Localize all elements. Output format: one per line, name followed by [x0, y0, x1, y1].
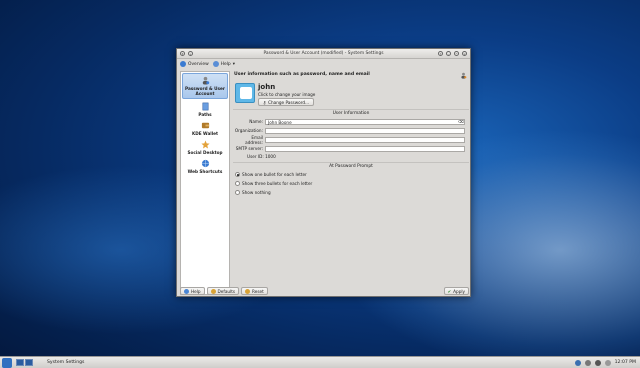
help-icon	[184, 288, 189, 294]
paths-icon	[202, 102, 208, 111]
organization-label: Organization:	[234, 128, 263, 133]
clock[interactable]: 12:07 PM	[615, 360, 636, 365]
sidebar-item-social-desktop[interactable]: Social Desktop	[181, 138, 229, 157]
radio-unchecked-icon	[235, 190, 240, 195]
window-menu-icon[interactable]: ✦	[180, 51, 185, 56]
change-image-hint: Click to change your image	[258, 92, 316, 97]
username: john	[258, 83, 276, 91]
help-icon	[212, 61, 219, 67]
help-menu-button[interactable]: Help ▾	[212, 61, 235, 67]
toolbar: Overview Help ▾	[177, 59, 470, 69]
password-prompt-section-title: At Password Prompt	[233, 162, 469, 169]
tray-expand-icon[interactable]	[604, 359, 611, 366]
sidebar-item-kde-wallet[interactable]: KDE Wallet	[181, 119, 229, 138]
checkmark-icon: ✔	[447, 288, 452, 294]
user-account-icon	[202, 76, 209, 85]
minimize-icon[interactable]: –	[446, 51, 451, 56]
overview-icon	[180, 61, 186, 67]
change-password-button[interactable]: ⚷ Change Password...	[258, 98, 314, 106]
radio-unchecked-icon	[235, 181, 240, 186]
sidebar-item-paths[interactable]: Paths	[181, 100, 229, 119]
reset-icon	[245, 288, 251, 294]
volume-icon[interactable]	[594, 359, 601, 366]
desktop-1[interactable]	[16, 359, 24, 366]
reset-button[interactable]: Reset	[241, 287, 268, 295]
help-title-icon[interactable]: ?	[438, 51, 443, 56]
taskbar-panel: System Settings 12:07 PM	[0, 356, 640, 368]
smtp-field[interactable]	[265, 145, 465, 152]
email-field[interactable]	[265, 136, 465, 143]
apply-button[interactable]: ✔ Apply	[443, 287, 469, 295]
page-title: User information such as password, name …	[234, 72, 370, 77]
key-icon: ⚷	[263, 99, 267, 105]
chevron-down-icon: ▾	[232, 61, 235, 67]
wallet-icon	[201, 122, 209, 129]
window-titlebar[interactable]: ✦ • Password & User Account (modified) -…	[177, 49, 470, 59]
avatar-face-icon	[240, 87, 252, 99]
smtp-row: SMTP server:	[233, 145, 469, 152]
email-label: Email address:	[245, 134, 263, 145]
task-system-settings[interactable]: System Settings	[47, 360, 84, 365]
button-bar: Help Defaults Reset ✔ Apply	[180, 287, 469, 296]
radio-three-bullets[interactable]: Show three bullets for each letter	[235, 181, 312, 186]
maximize-icon[interactable]: ^	[454, 51, 459, 56]
sidebar: Password & User Account Paths KDE Wallet…	[180, 71, 230, 295]
application-launcher-icon[interactable]	[2, 357, 12, 368]
email-row: Email address:	[233, 134, 469, 145]
system-settings-window: ✦ • Password & User Account (modified) -…	[176, 48, 471, 297]
clear-icon[interactable]: ⌫	[458, 120, 464, 124]
social-desktop-icon	[200, 140, 210, 149]
overview-button[interactable]: Overview	[180, 61, 209, 67]
user-information-section-title: User Information	[233, 109, 469, 116]
desktop-pager[interactable]	[16, 359, 33, 366]
notifications-icon[interactable]	[574, 359, 581, 366]
network-icon[interactable]	[584, 359, 591, 366]
organization-row: Organization:	[233, 127, 469, 134]
help-button[interactable]: Help	[180, 287, 205, 295]
smtp-label: SMTP server:	[235, 146, 263, 151]
desktop-2[interactable]	[25, 359, 33, 366]
user-account-header-icon	[461, 72, 467, 79]
user-id: User ID: 1000	[247, 154, 276, 159]
system-tray: 12:07 PM	[574, 359, 640, 366]
sidebar-item-password-user-account[interactable]: Password & User Account	[182, 73, 228, 99]
name-field[interactable]: John Boone ⌫	[265, 118, 465, 125]
organization-field[interactable]	[265, 127, 465, 134]
radio-show-nothing[interactable]: Show nothing	[235, 190, 271, 195]
close-icon[interactable]: ×	[462, 51, 467, 56]
defaults-icon	[210, 288, 216, 294]
radio-one-bullet[interactable]: Show one bullet for each letter	[235, 172, 307, 177]
name-label: Name:	[249, 119, 263, 124]
pin-icon[interactable]: •	[188, 51, 193, 56]
name-row: Name: John Boone ⌫	[233, 118, 469, 125]
content-area: User information such as password, name …	[233, 71, 469, 285]
avatar[interactable]	[235, 83, 255, 103]
radio-checked-icon	[235, 172, 240, 177]
sidebar-item-web-shortcuts[interactable]: Web Shortcuts	[181, 157, 229, 176]
window-title: Password & User Account (modified) - Sys…	[263, 51, 384, 56]
defaults-button[interactable]: Defaults	[206, 287, 240, 295]
web-shortcuts-icon	[201, 159, 209, 168]
